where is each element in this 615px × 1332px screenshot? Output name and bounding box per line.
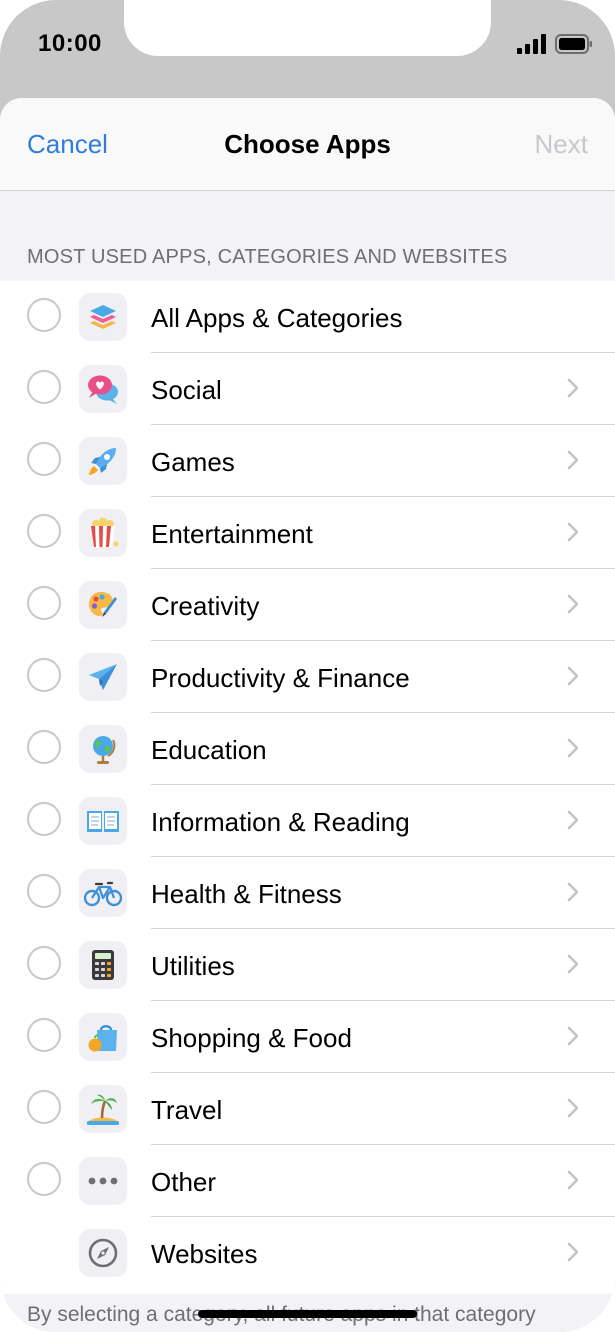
row-label: Other [151,1167,217,1197]
chevron-right-icon [567,1170,579,1190]
row-label: Social [151,375,222,405]
row-label: Education [151,735,267,765]
row-label: Utilities [151,951,235,981]
selection-radio[interactable] [27,298,61,332]
row-label: Websites [151,1239,258,1269]
row-label: Shopping & Food [151,1023,352,1053]
chevron-right-icon [567,522,579,542]
status-icons [517,34,593,54]
category-row-health[interactable]: Health & Fitness [0,857,615,929]
selection-radio[interactable] [27,1090,61,1124]
chevron-right-icon [567,450,579,470]
notch [124,0,491,56]
calculator-icon [79,941,127,989]
selection-radio[interactable] [27,370,61,404]
category-list: All Apps & Categories Social Games Enter… [0,281,615,1289]
category-row-information[interactable]: Information & Reading [0,785,615,857]
row-label: Travel [151,1095,223,1125]
category-row-utilities[interactable]: Utilities [0,929,615,1001]
category-row-websites[interactable]: Websites [0,1217,615,1289]
row-label: Games [151,447,235,477]
palm-tree-icon [79,1085,127,1133]
category-row-education[interactable]: Education [0,713,615,785]
home-indicator[interactable] [198,1310,417,1318]
category-row-creativity[interactable]: Creativity [0,569,615,641]
phone-frame: 10:00 Cancel Choose Apps Next MOST USED … [0,0,615,1332]
nav-bar: Cancel Choose Apps Next [0,98,615,191]
ellipsis-icon [79,1157,127,1205]
status-time: 10:00 [38,30,102,57]
selection-radio[interactable] [27,658,61,692]
stack-icon [79,293,127,341]
category-row-all-apps[interactable]: All Apps & Categories [0,281,615,353]
battery-icon [555,34,592,54]
shopping-bag-icon [79,1013,127,1061]
selection-radio[interactable] [27,730,61,764]
category-row-social[interactable]: Social [0,353,615,425]
compass-icon [79,1229,127,1277]
paper-plane-icon [79,653,127,701]
category-row-entertainment[interactable]: Entertainment [0,497,615,569]
row-label: Creativity [151,591,260,621]
globe-icon [79,725,127,773]
chevron-right-icon [567,1026,579,1046]
section-header-area: MOST USED APPS, CATEGORIES AND WEBSITES [0,191,615,281]
popcorn-icon [79,509,127,557]
chevron-right-icon [567,1098,579,1118]
selection-radio[interactable] [27,874,61,908]
row-label: Productivity & Finance [151,663,410,693]
chevron-right-icon [567,1242,579,1262]
rocket-icon [79,437,127,485]
selection-radio[interactable] [27,586,61,620]
selection-radio[interactable] [27,946,61,980]
category-row-other[interactable]: Other [0,1145,615,1217]
category-row-shopping[interactable]: Shopping & Food [0,1001,615,1073]
selection-radio[interactable] [27,1162,61,1196]
chevron-right-icon [567,810,579,830]
cellular-signal-icon [517,34,546,54]
chevron-right-icon [567,378,579,398]
chevron-right-icon [567,666,579,686]
section-header: MOST USED APPS, CATEGORIES AND WEBSITES [27,246,508,268]
choose-apps-sheet: Cancel Choose Apps Next MOST USED APPS, … [0,98,615,1332]
chevron-right-icon [567,882,579,902]
palette-icon [79,581,127,629]
selection-radio[interactable] [27,442,61,476]
selection-radio[interactable] [27,514,61,548]
category-row-productivity[interactable]: Productivity & Finance [0,641,615,713]
row-label: Health & Fitness [151,879,342,909]
page-title: Choose Apps [224,129,391,159]
category-row-travel[interactable]: Travel [0,1073,615,1145]
row-label: Information & Reading [151,807,410,837]
next-button[interactable]: Next [535,129,588,160]
row-label: Entertainment [151,519,313,549]
category-row-games[interactable]: Games [0,425,615,497]
selection-radio[interactable] [27,802,61,836]
chat-bubbles-icon [79,365,127,413]
row-label: All Apps & Categories [151,303,403,333]
chevron-right-icon [567,738,579,758]
selection-radio[interactable] [27,1018,61,1052]
chevron-right-icon [567,594,579,614]
chevron-right-icon [567,954,579,974]
status-bar: 10:00 [0,0,615,98]
bicycle-icon [79,869,127,917]
book-icon [79,797,127,845]
